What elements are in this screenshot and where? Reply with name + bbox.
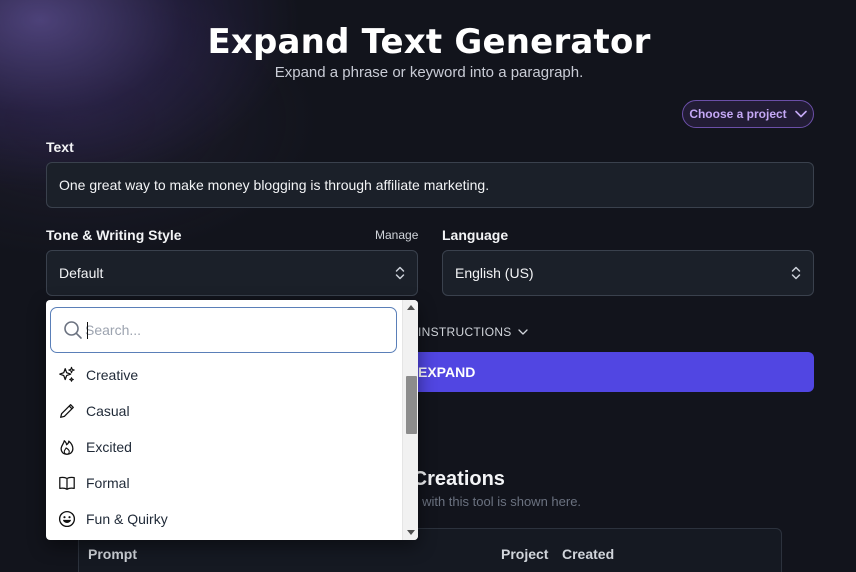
tone-dropdown-menu: Creative Casual Excited Formal Fun & Qui…	[46, 300, 418, 540]
tone-option-label: Fun & Quirky	[86, 511, 168, 527]
tone-option-casual[interactable]: Casual	[46, 393, 402, 429]
column-header-prompt[interactable]: Prompt	[88, 546, 137, 562]
text-field-label: Text	[46, 139, 74, 155]
choose-project-button[interactable]: Choose a project	[682, 100, 814, 128]
scroll-down-arrow-icon[interactable]	[407, 530, 415, 535]
text-caret	[87, 322, 88, 339]
tone-option-creative[interactable]: Creative	[46, 357, 402, 393]
choose-project-label: Choose a project	[689, 107, 787, 121]
text-input-value: One great way to make money blogging is …	[59, 177, 490, 193]
page-title: Expand Text Generator	[207, 22, 651, 62]
column-header-created[interactable]: Created	[562, 546, 614, 562]
tone-select-value: Default	[59, 265, 104, 281]
sparkles-icon	[59, 366, 75, 382]
chevron-down-icon	[517, 329, 528, 335]
language-select-value: English (US)	[455, 265, 534, 281]
tone-option-fun-quirky[interactable]: Fun & Quirky	[46, 501, 402, 537]
language-select[interactable]: English (US)	[442, 250, 814, 296]
book-icon	[59, 476, 75, 490]
select-arrows-icon	[395, 266, 405, 280]
tone-option-label: Creative	[86, 367, 139, 383]
language-label: Language	[442, 227, 509, 243]
dropdown-scrollbar[interactable]	[402, 300, 418, 540]
tone-option-label: Casual	[86, 403, 130, 419]
fire-icon	[60, 440, 74, 455]
tone-option-formal[interactable]: Formal	[46, 465, 402, 501]
select-arrows-icon	[791, 266, 801, 280]
manage-tones-link[interactable]: Manage	[375, 228, 418, 242]
tone-option-excited[interactable]: Excited	[46, 429, 402, 465]
tone-select[interactable]: Default	[46, 250, 418, 296]
creations-title: s Creations	[396, 468, 505, 490]
page-subtitle: Expand a phrase or keyword into a paragr…	[274, 64, 584, 81]
tone-label: Tone & Writing Style	[46, 227, 182, 243]
tone-search-input[interactable]	[85, 322, 375, 338]
tone-option-label: Excited	[86, 439, 132, 455]
creations-subtitle: ed with this tool is shown here.	[404, 494, 582, 509]
column-header-project[interactable]: Project	[501, 546, 548, 562]
tone-search-field[interactable]	[50, 307, 397, 353]
smiley-icon	[58, 510, 76, 528]
instructions-label: INSTRUCTIONS	[418, 325, 512, 339]
scrollbar-thumb[interactable]	[406, 376, 417, 434]
chevron-down-icon	[794, 110, 807, 118]
expand-button-label: EXPAND	[418, 364, 476, 380]
text-input[interactable]: One great way to make money blogging is …	[46, 162, 814, 208]
tone-option-label: Formal	[86, 475, 130, 491]
expand-button[interactable]: EXPAND	[402, 352, 814, 392]
instructions-toggle[interactable]: INSTRUCTIONS	[418, 325, 528, 339]
scroll-up-arrow-icon[interactable]	[407, 305, 415, 310]
search-icon	[64, 321, 82, 339]
pencil-icon	[60, 404, 74, 418]
